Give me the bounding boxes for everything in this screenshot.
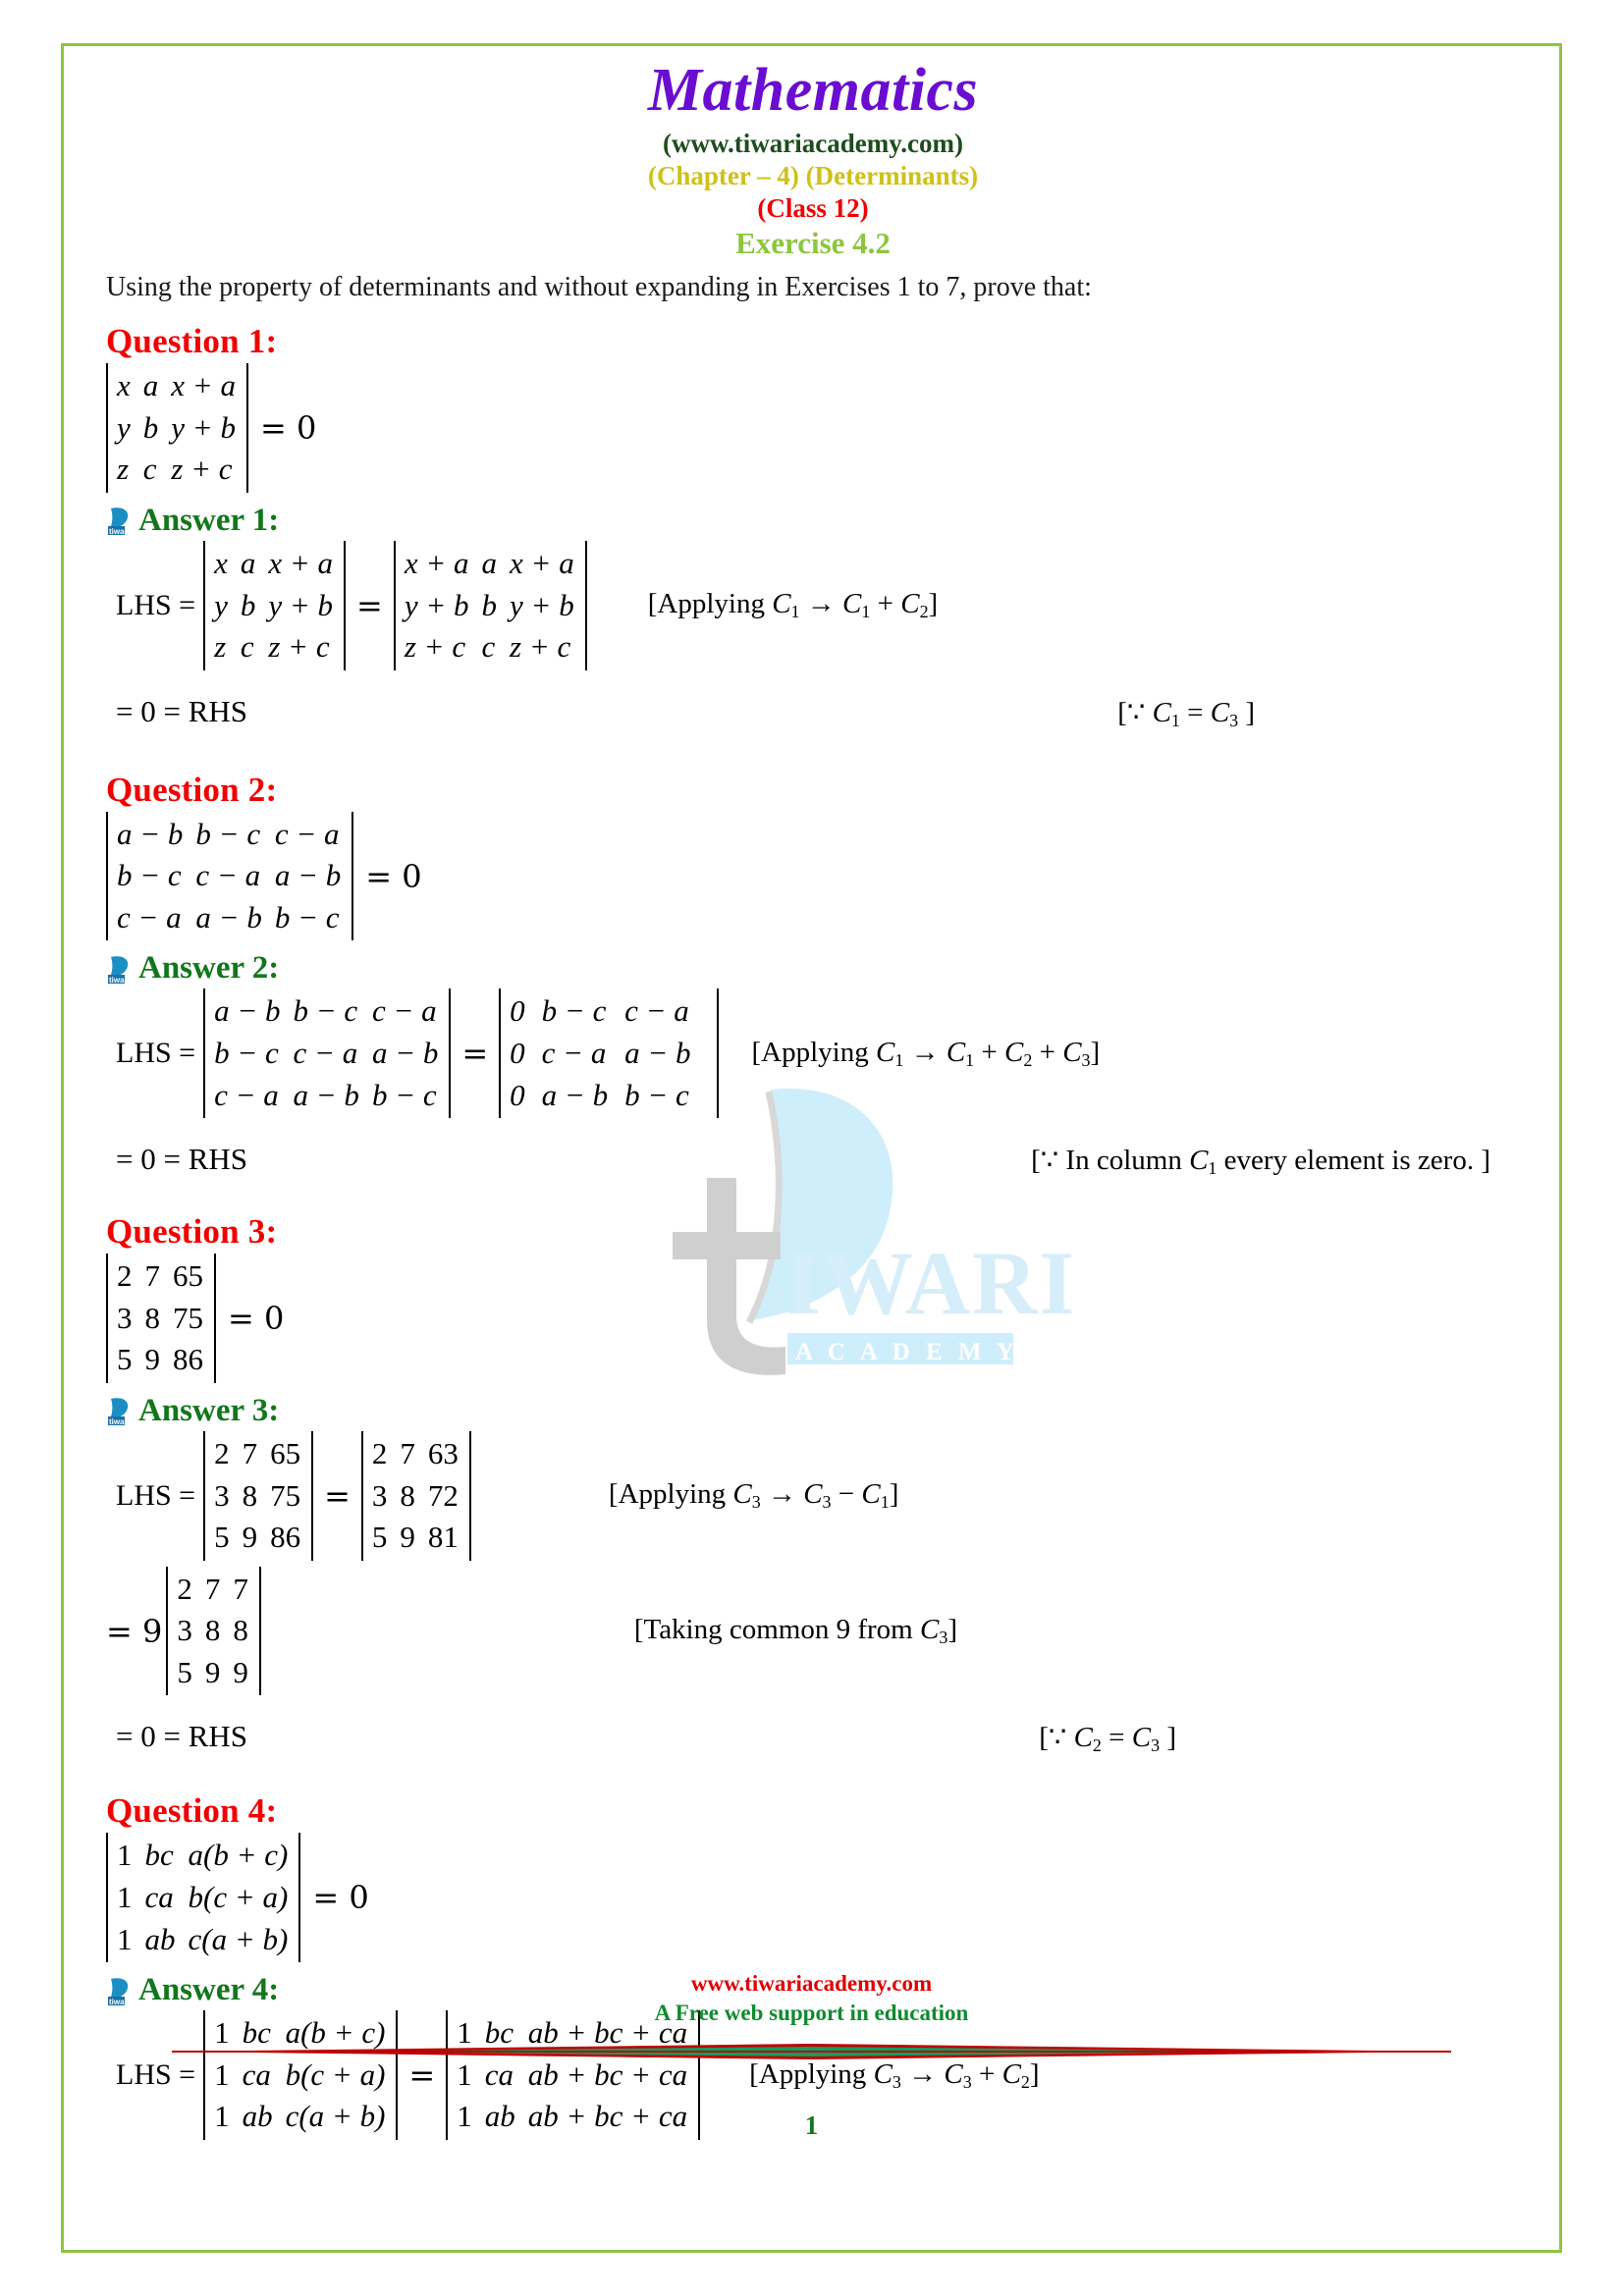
answer-1-working: LHS = xax + a yby + b zcz + c = x + aax … bbox=[106, 540, 1520, 670]
page-title: Mathematics bbox=[647, 57, 979, 124]
answer-2-working: LHS = a − bb − cc − a b − cc − aa − b c … bbox=[106, 988, 1520, 1119]
determinant-matrix: 2 7 65 3 8 75 5 9 86 bbox=[106, 1254, 216, 1383]
determinant-matrix: 1 bc a(b + c) 1 ca b(c + a) 1 ab c(a + b) bbox=[106, 1833, 301, 1963]
lhs-label: LHS = bbox=[116, 1037, 196, 1070]
answer-3-coefficient: = 9 bbox=[106, 1612, 163, 1650]
question-4-heading: Question 4: bbox=[106, 1791, 278, 1831]
question-1-determinant: xax + a yby + b zcz + c = 0 bbox=[106, 363, 1520, 493]
question-2-heading: Question 2: bbox=[106, 770, 278, 809]
answer-3-step2: = 9 277 388 599 [Taking common 9 from C3… bbox=[106, 1566, 1520, 1696]
answer-3-reason: [∵ C2 = C3 ] bbox=[1039, 1722, 1176, 1756]
answer-2-heading: tiwari Answer 2: bbox=[106, 950, 1520, 987]
answer-2-note: [Applying C1 → C1 + C2 + C3] bbox=[751, 1036, 1101, 1070]
question-1-heading: Question 1: bbox=[106, 322, 278, 361]
determinant-matrix: a − bb − cc − a b − cc − aa − b c − aa −… bbox=[106, 811, 354, 941]
footer-tagline: A Free web support in education bbox=[654, 2000, 969, 2025]
question-3-heading: Question 3: bbox=[106, 1212, 278, 1252]
lhs-label: LHS = bbox=[116, 2058, 196, 2092]
determinant-transformed: 2 7 63 3 8 72 5 9 81 bbox=[360, 1430, 471, 1561]
question-2-determinant: a − bb − cc − a b − cc − aa − b c − aa −… bbox=[106, 811, 1520, 941]
header-chapter: (Chapter – 4) (Determinants) bbox=[647, 161, 979, 191]
answer-3-label: Answer 3: bbox=[138, 1392, 280, 1428]
footer-divider bbox=[0, 2040, 1623, 2061]
question-3-determinant: 2 7 65 3 8 75 5 9 86 = 0 bbox=[106, 1254, 1520, 1383]
question-2-result: = 0 bbox=[365, 857, 422, 895]
svg-text:tiwari: tiwari bbox=[109, 976, 130, 984]
footer: www.tiwariacademy.com A Free web support… bbox=[0, 1971, 1623, 2061]
feather-icon: tiwari bbox=[106, 506, 132, 536]
answer-1-label: Answer 1: bbox=[138, 502, 280, 538]
determinant-matrix: xax + a yby + b zcz + c bbox=[106, 363, 248, 493]
answer-1-reason: [∵ C1 = C3 ] bbox=[1117, 696, 1255, 730]
answer-2-label: Answer 2: bbox=[138, 950, 280, 987]
answer-2-conclusion-row: = 0 = RHS [∵ In column C1 every element … bbox=[106, 1142, 1520, 1179]
answer-1-conclusion-row: = 0 = RHS [∵ C1 = C3 ] bbox=[106, 694, 1520, 731]
answer-3-conclusion-row: = 0 = RHS [∵ C2 = C3 ] bbox=[106, 1719, 1520, 1756]
footer-url[interactable]: www.tiwariacademy.com bbox=[0, 1971, 1623, 1997]
answer-2-conclusion: = 0 = RHS bbox=[116, 1142, 248, 1177]
header-exercise: Exercise 4.2 bbox=[735, 226, 891, 261]
header-website: (www.tiwariacademy.com) bbox=[663, 129, 963, 159]
answer-4-note: [Applying C3 → C3 + C2] bbox=[749, 2057, 1040, 2092]
equals-sign: = bbox=[324, 1476, 351, 1515]
answer-1-heading: tiwari Answer 1: bbox=[106, 503, 1520, 539]
feather-icon: tiwari bbox=[106, 954, 132, 984]
svg-text:tiwari: tiwari bbox=[109, 1417, 130, 1425]
question-3-result: = 0 bbox=[228, 1300, 285, 1338]
document-content: Mathematics (www.tiwariacademy.com) (Cha… bbox=[106, 57, 1520, 2140]
lhs-label: LHS = bbox=[116, 1478, 196, 1512]
answer-3-note2: [Taking common 9 from C3] bbox=[633, 1614, 957, 1648]
determinant-step2: 277 388 599 bbox=[166, 1566, 261, 1696]
instruction-text: Using the property of determinants and w… bbox=[106, 272, 1092, 303]
answer-3-conclusion: = 0 = RHS bbox=[116, 1719, 248, 1754]
header-class: (Class 12) bbox=[757, 193, 869, 224]
equals-sign: = bbox=[461, 1035, 489, 1073]
determinant-original: 2 7 65 3 8 75 5 9 86 bbox=[203, 1430, 314, 1561]
question-4-determinant: 1 bc a(b + c) 1 ca b(c + a) 1 ab c(a + b) = 0 bbox=[106, 1833, 1520, 1963]
answer-1-note: [Applying C1 → C1 + C2] bbox=[647, 588, 939, 622]
feather-icon: tiwari bbox=[106, 1396, 132, 1426]
answer-3-note: [Applying C3 → C3 − C1] bbox=[608, 1478, 899, 1513]
page-number: 1 bbox=[804, 2109, 819, 2140]
determinant-transformed: 0b − cc − a 0c − aa − b 0a − bb − c bbox=[499, 988, 719, 1119]
determinant-transformed: x + aax + a y + bby + b z + ccz + c bbox=[393, 540, 587, 670]
equals-sign: = bbox=[408, 2056, 436, 2095]
answer-1-conclusion: = 0 = RHS bbox=[116, 693, 248, 728]
answer-2-reason: [∵ In column C1 every element is zero. ] bbox=[1031, 1145, 1490, 1179]
determinant-original: a − bb − cc − a b − cc − aa − b c − aa −… bbox=[203, 988, 452, 1119]
equals-sign: = bbox=[356, 586, 383, 624]
answer-3-heading: tiwari Answer 3: bbox=[106, 1393, 1520, 1429]
question-1-result: = 0 bbox=[259, 409, 317, 448]
question-4-result: = 0 bbox=[312, 1879, 369, 1917]
determinant-original: xax + a yby + b zcz + c bbox=[203, 540, 347, 670]
answer-3-working: LHS = 2 7 65 3 8 75 5 9 86 = 2 7 63 3 8 72 5 9 81 [A… bbox=[106, 1430, 1520, 1561]
svg-text:tiwari: tiwari bbox=[109, 527, 130, 535]
lhs-label: LHS = bbox=[116, 588, 196, 621]
